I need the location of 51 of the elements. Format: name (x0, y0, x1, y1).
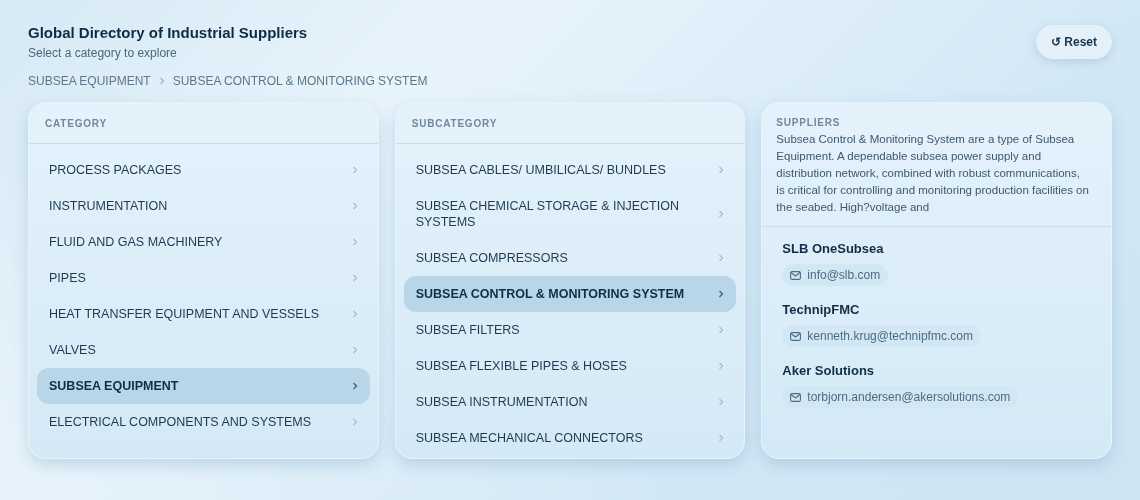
category-item[interactable]: PIPES (37, 260, 370, 296)
mail-icon (790, 270, 802, 280)
chevron-icon (718, 398, 725, 406)
subcategory-item[interactable]: SUBSEA CABLES/ UMBILICALS/ BUNDLES (403, 152, 737, 188)
breadcrumb-link[interactable]: SUBSEA CONTROL & MONITORING SYSTEM (172, 74, 428, 88)
category-item[interactable]: INSTRUMENTATION (37, 188, 370, 224)
chevron-icon (351, 418, 358, 426)
chevron-icon (351, 166, 358, 174)
panel-heading: CATEGORY (29, 103, 378, 144)
mail-icon (790, 331, 802, 341)
breadcrumb-link[interactable]: SUBSEA EQUIPMENT (28, 74, 151, 88)
chevron-icon (718, 326, 725, 334)
subcategory-item[interactable]: SUBSEA FLEXIBLE PIPES & HOSES (403, 348, 737, 384)
chevron-icon (351, 382, 358, 390)
chevron-icon (718, 434, 725, 442)
category-description: Subsea Control & Monitoring System are a type of Subsea Equipment. A dependable subsea power supply and distribution network, combined with robust communications, is critical for controlling and monitoring production facilities on the seabed. High?voltage and (776, 132, 1090, 215)
subcategory-item[interactable]: SUBSEA CONTROL & MONITORING SYSTEM (403, 276, 737, 312)
reset-button[interactable]: ↺ Reset (1035, 25, 1112, 59)
chevron-icon (718, 166, 725, 174)
category-item[interactable]: VALVES (37, 332, 370, 368)
email-link[interactable]: kenneth.krug@technipfmc.com (782, 325, 981, 347)
category-item[interactable]: PROCESS PACKAGES (37, 152, 370, 188)
category-item[interactable]: ELECTRICAL COMPONENTS AND SYSTEMS (37, 404, 370, 440)
chevron-icon (158, 77, 165, 85)
email-link[interactable]: info@slb.com (782, 264, 889, 286)
page-subtitle: Select a category to explore (28, 46, 178, 60)
panel-heading: SUBCATEGORY (395, 103, 745, 144)
chevron-icon (351, 310, 358, 318)
mail-icon (790, 392, 802, 402)
subcategory-item[interactable]: SUBSEA INSTRUMENTATION (403, 384, 737, 420)
chevron-icon (351, 274, 358, 282)
subcategory-item[interactable]: SUBSEA CHEMICAL STORAGE & INJECTION SYSTEMS (403, 188, 737, 240)
chevron-icon (351, 202, 358, 210)
subcategory-item[interactable]: SUBSEA COMPRESSORS (403, 240, 737, 276)
chevron-icon (718, 362, 725, 370)
chevron-icon (351, 346, 358, 354)
email-link[interactable]: torbjorn.andersen@akersolutions.com (782, 386, 1019, 408)
subcategory-item[interactable]: SUBSEA MECHANICAL CONNECTORS (403, 420, 737, 456)
page-title: Global Directory of Industrial Suppliers (28, 24, 308, 41)
subcategory-item[interactable]: SUBSEA FILTERS (403, 312, 737, 348)
category-item[interactable]: FLUID AND GAS MACHINERY (37, 224, 370, 260)
panel-heading: SUPPLIERS (776, 117, 842, 128)
supplier-name: SLB OneSubsea (782, 241, 885, 256)
chevron-icon (718, 254, 725, 262)
chevron-icon (718, 290, 725, 298)
supplier-name: TechnipFMC (782, 302, 861, 317)
chevron-icon (351, 238, 358, 246)
category-item[interactable]: SUBSEA EQUIPMENT (37, 368, 370, 404)
chevron-icon (718, 210, 725, 218)
category-item[interactable]: HEAT TRANSFER EQUIPMENT AND VESSELS (37, 296, 370, 332)
supplier-name: Aker Solutions (782, 363, 876, 378)
